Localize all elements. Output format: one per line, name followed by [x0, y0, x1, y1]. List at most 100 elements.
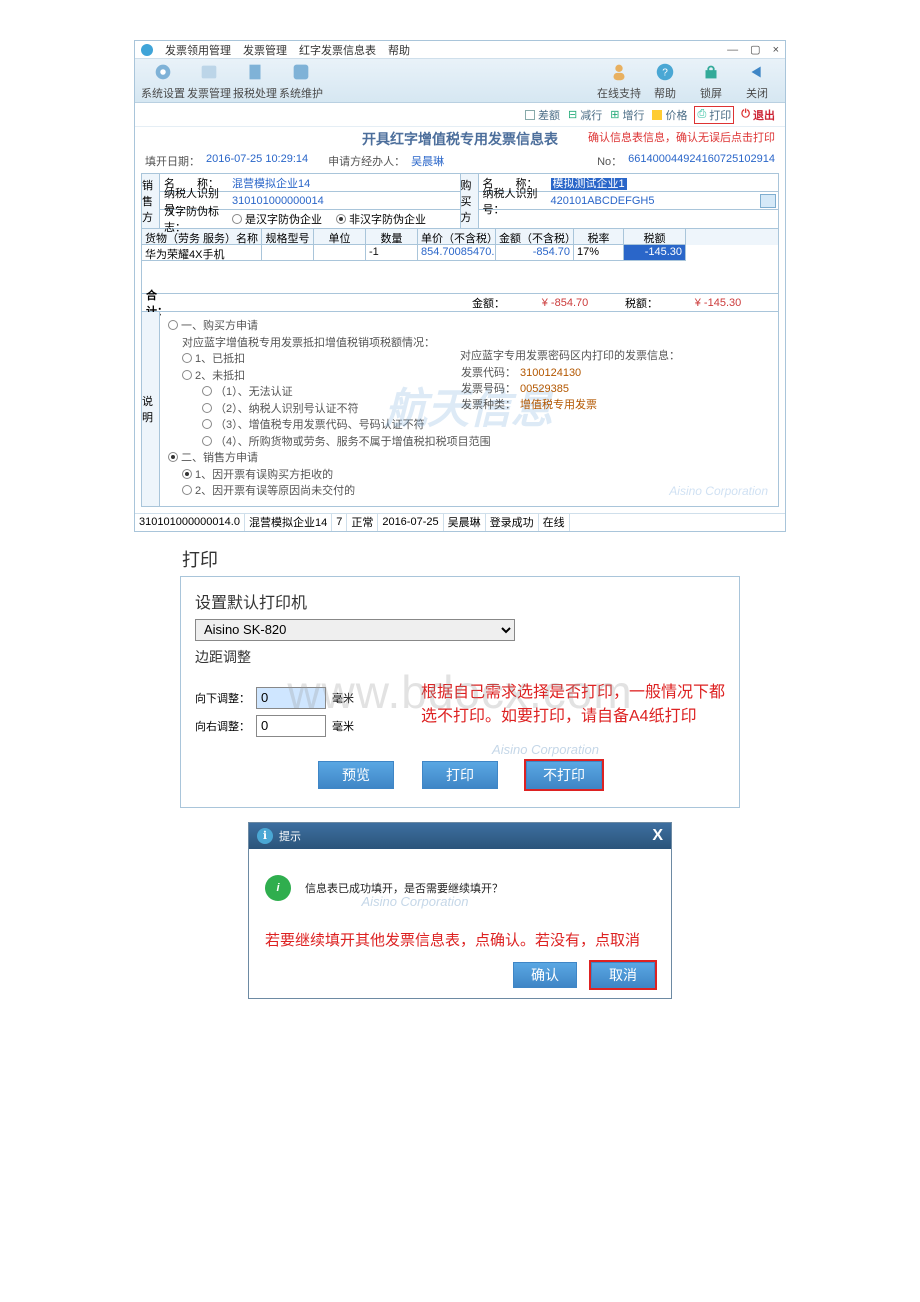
ribbon-label: 锁屏 [700, 85, 722, 101]
status-online: 在线 [539, 514, 570, 531]
radio-icon [232, 214, 242, 224]
no-print-button[interactable]: 不打印 [526, 761, 602, 789]
ribbon-lock[interactable]: 锁屏 [689, 61, 733, 101]
print-button[interactable]: 打印 [422, 761, 498, 789]
tools-icon [290, 61, 312, 83]
status-bar: 310101000000014.0 混营模拟企业14 7 正常 2016-07-… [135, 513, 785, 531]
printer-select[interactable]: Aisino SK-820 [195, 619, 515, 641]
ribbon-close[interactable]: 关闭 [735, 61, 779, 101]
totals-row: 合 计： 金额： ¥ -854.70 税额： ¥ -145.30 [142, 293, 778, 311]
doc-confirm-note: 确认信息表信息，确认无误后点击打印 [588, 129, 775, 145]
btn-remove-row[interactable]: ⊟减行 [568, 107, 602, 123]
menu-red-invoice[interactable]: 红字发票信息表 [299, 42, 376, 58]
back-arrow-icon [746, 61, 768, 83]
status-date: 2016-07-25 [378, 514, 443, 531]
radio-icon [182, 469, 192, 479]
radio-icon [168, 320, 178, 330]
btn-print[interactable]: ⎙打印 [695, 107, 733, 123]
preview-button[interactable]: 预览 [318, 761, 394, 789]
menu-help[interactable]: 帮助 [388, 42, 410, 58]
code-value: 3100124130 [520, 365, 581, 381]
opt-seller-apply[interactable]: 二、销售方申请 [168, 450, 770, 467]
power-icon: ⏻ [741, 108, 750, 121]
applicant-label: 申请方经办人： [328, 153, 405, 169]
cell-name: 华为荣耀4X手机 [142, 245, 262, 261]
ribbon-system-settings[interactable]: 系统设置 [141, 61, 185, 101]
total-tax-value: ¥ -145.30 [658, 297, 778, 309]
ribbon-label: 系统设置 [141, 85, 185, 101]
seller-side-label: 销售方 [142, 174, 160, 228]
window-maximize-icon[interactable]: ▢ [750, 43, 760, 56]
radio-hanzi-no[interactable]: 非汉字防伪企业 [336, 211, 426, 227]
items-header: 货物（劳务 服务）名称 规格型号 单位 数量 单价（不含税） 金额（不含税） 税… [142, 229, 778, 245]
confirm-button[interactable]: 确认 [513, 962, 577, 988]
minus-icon: ⊟ [568, 108, 577, 121]
right-adjust-label: 向右调整： [195, 718, 250, 734]
radio-hanzi-yes[interactable]: 是汉字防伪企业 [232, 211, 322, 227]
close-icon[interactable]: X [652, 827, 663, 845]
btn-exit[interactable]: ⏻退出 [741, 107, 775, 123]
menu-invoice-manage[interactable]: 发票管理 [243, 42, 287, 58]
down-adjust-input[interactable] [256, 687, 326, 709]
prompt-note: 若要继续填开其他发票信息表，点确认。若没有，点取消 [265, 929, 655, 950]
buyer-block: 购买方 名 称：模拟测试企业1 纳税人识别号：420101ABCDEFGH5 [460, 173, 780, 229]
cell-rate: 17% [574, 245, 624, 261]
seller-block: 销售方 名 称：混营模拟企业14 纳税人识别号：310101000000014 … [141, 173, 460, 229]
label: 减行 [580, 107, 602, 123]
radio-icon [202, 403, 212, 413]
app-logo-icon [141, 44, 153, 56]
secondary-toolbar: 差额 ⊟减行 ⊞增行 价格 ⎙打印 ⏻退出 [135, 103, 785, 127]
cell-unit [314, 245, 366, 261]
table-row[interactable]: 华为荣耀4X手机 -1 854.70085470... -854.70 17% … [142, 245, 778, 261]
label: 2、未抵扣 [195, 370, 245, 382]
svg-text:?: ? [662, 67, 668, 78]
code-label: 发票代码： [460, 365, 516, 381]
btn-price[interactable]: 价格 [652, 107, 687, 123]
buyer-side-label: 购买方 [461, 174, 479, 228]
th-name: 货物（劳务 服务）名称 [142, 229, 262, 245]
cell-price: 854.70085470... [418, 245, 496, 261]
right-adjust-input[interactable] [256, 715, 326, 737]
btn-add-row[interactable]: ⊞增行 [610, 107, 644, 123]
print-dialog: www.bdocx.com 设置默认打印机 Aisino SK-820 边距调整… [180, 576, 740, 808]
radio-icon [202, 436, 212, 446]
titlebar: 发票领用管理 发票管理 红字发票信息表 帮助 — ▢ × [135, 41, 785, 59]
ribbon-tax-process[interactable]: 报税处理 [233, 61, 277, 101]
info-icon: i [265, 875, 291, 901]
label: （3）、增值税专用发票代码、号码认证不符 [215, 419, 425, 431]
prompt-dialog: ℹ 提示 X i 信息表已成功填开，是否需要继续填开？ 若要继续填开其他发票信息… [248, 822, 672, 999]
ribbon-system-maintain[interactable]: 系统维护 [279, 61, 323, 101]
th-amount: 金额（不含税） [496, 229, 574, 245]
status-state: 正常 [347, 514, 378, 531]
ribbon-online-support[interactable]: 在线支持 [597, 61, 641, 101]
label: 价格 [665, 107, 687, 123]
cancel-button[interactable]: 取消 [591, 962, 655, 988]
th-price: 单价（不含税） [418, 229, 496, 245]
opt-r2d[interactable]: （4）、所购货物或劳务、服务不属于增值税扣税项目范围 [168, 434, 770, 451]
doc-title: 开具红字增值税专用发票信息表 [362, 129, 558, 149]
ribbon-label: 帮助 [654, 85, 676, 101]
ribbon-label: 报税处理 [233, 85, 277, 101]
window-restore-icon[interactable]: — [727, 44, 738, 56]
buyer-taxid-value[interactable]: 420101ABCDEFGH5 [547, 195, 761, 207]
radio-icon [336, 214, 346, 224]
total-amount-label: 金额： [472, 295, 505, 311]
type-label: 发票种类： [460, 397, 516, 413]
btn-diff-amount[interactable]: 差额 [525, 107, 560, 123]
ribbon-invoice-manage[interactable]: 发票管理 [187, 61, 231, 101]
window-close-icon[interactable]: × [773, 44, 779, 56]
opt-r2c[interactable]: （3）、增值税专用发票代码、号码认证不符 [168, 417, 770, 434]
buyer-name-value[interactable]: 模拟测试企业1 [547, 175, 779, 191]
down-adjust-label: 向下调整： [195, 690, 250, 706]
menu-invoice-receive[interactable]: 发票领用管理 [165, 42, 231, 58]
th-unit: 单位 [314, 229, 366, 245]
radio-icon [182, 353, 192, 363]
cell-qty: -1 [366, 245, 418, 261]
ribbon-help[interactable]: ? 帮助 [643, 61, 687, 101]
fill-date-label: 填开日期： [145, 153, 200, 169]
watermark-corp: Aisino Corporation [492, 742, 599, 757]
price-icon [652, 110, 662, 120]
prompt-message: 信息表已成功填开，是否需要继续填开？ [305, 880, 503, 896]
lookup-icon[interactable] [760, 194, 776, 208]
opt-buyer-apply[interactable]: 一、购买方申请 [168, 318, 770, 335]
